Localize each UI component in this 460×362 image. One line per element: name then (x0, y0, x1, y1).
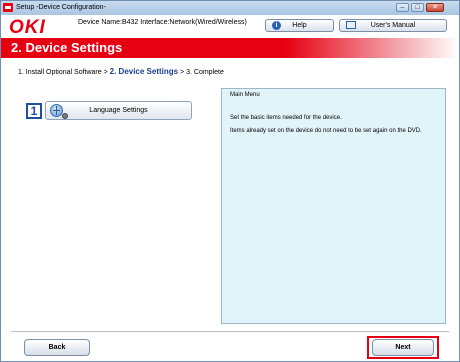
minimize-button[interactable]: – (396, 3, 409, 12)
description-panel: Main Menu Set the basic items needed for… (221, 88, 446, 324)
info-icon: i (272, 21, 281, 30)
users-manual-button-label: User's Manual (370, 22, 416, 29)
breadcrumb-step-2-current: 2. Device Settings (109, 67, 179, 76)
description-line-2: Items already set on the device do not n… (230, 128, 422, 134)
device-name-label: Device Name:B432 Interface:Network(Wired… (78, 19, 247, 26)
footer-divider (11, 331, 449, 332)
section-banner: 2. Device Settings (1, 38, 459, 58)
breadcrumb-step-1: 1. Install Optional Software > (18, 69, 110, 76)
breadcrumb-step-3: > 3. Complete (178, 69, 224, 76)
language-settings-label: Language Settings (89, 107, 148, 114)
users-manual-button[interactable]: User's Manual (339, 19, 447, 32)
setup-window: Setup -Device Configuration- – □ ✕ OKI D… (0, 0, 460, 362)
globe-settings-icon (50, 104, 68, 119)
help-button[interactable]: i Help (265, 19, 334, 32)
gear-icon (62, 113, 68, 119)
app-icon (3, 3, 13, 12)
window-title: Setup -Device Configuration- (16, 4, 106, 11)
title-bar[interactable]: Setup -Device Configuration- – □ ✕ (1, 1, 459, 16)
oki-logo: OKI (9, 17, 46, 38)
setting-number-badge: 1 (26, 103, 42, 119)
header: OKI Device Name:B432 Interface:Network(W… (1, 15, 459, 38)
description-line-1: Set the basic items needed for the devic… (230, 115, 342, 121)
page-title: 2. Device Settings (11, 40, 123, 55)
language-settings-button[interactable]: Language Settings (45, 101, 192, 120)
maximize-button[interactable]: □ (411, 3, 424, 12)
breadcrumb: 1. Install Optional Software > 2. Device… (18, 67, 224, 76)
back-button[interactable]: Back (24, 339, 90, 356)
next-button-highlight: Next (367, 336, 439, 359)
help-button-label: Help (292, 22, 307, 29)
manual-icon (346, 21, 356, 29)
close-button[interactable]: ✕ (426, 3, 444, 12)
next-button[interactable]: Next (372, 339, 434, 356)
description-heading: Main Menu (230, 92, 260, 98)
